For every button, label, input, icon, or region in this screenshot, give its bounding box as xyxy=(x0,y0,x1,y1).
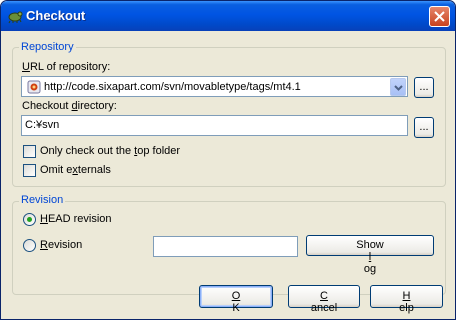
browse-dir-label: ... xyxy=(419,121,429,133)
close-button[interactable] xyxy=(429,6,450,27)
title-bar[interactable]: Checkout xyxy=(1,1,455,31)
help-label: Help xyxy=(399,290,414,314)
svn-url-icon xyxy=(27,80,41,94)
radio-selected-dot xyxy=(27,217,32,222)
omit-externals-checkbox[interactable] xyxy=(23,164,36,177)
url-combobox[interactable]: http://code.sixapart.com/svn/movabletype… xyxy=(21,76,408,97)
ok-button[interactable]: OK xyxy=(199,285,273,314)
revision-group-label: Revision xyxy=(19,194,66,206)
browse-dir-button[interactable]: ... xyxy=(414,117,434,138)
dialog-body: Repository URL of repository: http://cod… xyxy=(4,31,452,316)
show-log-label: Show l og xyxy=(356,239,384,275)
head-revision-label: HEAD revision xyxy=(40,213,112,225)
tortoise-app-icon xyxy=(8,11,23,24)
checkout-dir-label: Checkout directory: xyxy=(22,100,117,112)
url-label: URL of repository: xyxy=(22,61,111,73)
cancel-label: Cancel xyxy=(310,290,338,314)
ok-label: OK xyxy=(231,290,241,314)
help-button[interactable]: Help xyxy=(370,285,443,314)
chevron-down-icon xyxy=(394,85,403,91)
revision-number-input[interactable] xyxy=(153,236,298,257)
repository-group-label: Repository xyxy=(19,41,76,53)
checkout-dir-input[interactable]: C:¥svn xyxy=(21,115,408,136)
checkout-dir-value: C:¥svn xyxy=(25,119,60,131)
url-value: http://code.sixapart.com/svn/movabletype… xyxy=(44,81,301,93)
head-revision-radio[interactable] xyxy=(23,213,36,226)
checkout-dialog: Checkout Repository URL of repository: h… xyxy=(0,0,456,320)
close-icon xyxy=(434,11,445,22)
cancel-button[interactable]: Cancel xyxy=(288,285,360,314)
window-title: Checkout xyxy=(26,8,86,23)
url-dropdown-button[interactable] xyxy=(390,78,406,96)
specific-revision-radio[interactable] xyxy=(23,239,36,252)
browse-url-label: ... xyxy=(419,81,429,93)
only-top-folder-checkbox[interactable] xyxy=(23,145,36,158)
specific-revision-label: Revision xyxy=(40,239,83,251)
omit-externals-label: Omit externals xyxy=(40,164,111,176)
show-log-button[interactable]: Show l og xyxy=(306,235,434,275)
browse-url-button[interactable]: ... xyxy=(414,77,434,98)
only-top-folder-label: Only check out the top folder xyxy=(40,145,181,157)
